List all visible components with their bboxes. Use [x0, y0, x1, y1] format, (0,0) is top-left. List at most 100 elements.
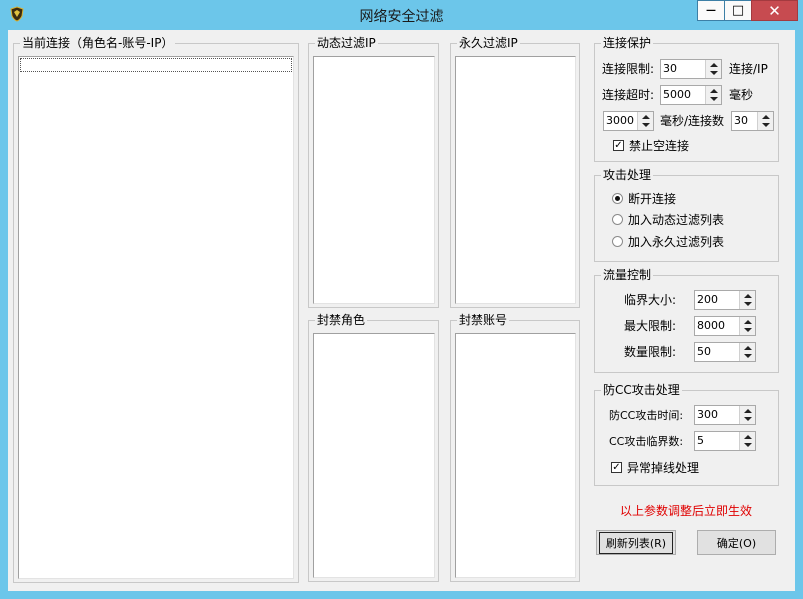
- refresh-list-button[interactable]: 刷新列表(R): [596, 530, 676, 555]
- threshold-spinner[interactable]: 200: [694, 290, 756, 310]
- traffic-control-title: 流量控制: [601, 268, 654, 282]
- spin-down-icon: [744, 302, 752, 306]
- banned-roles-list[interactable]: [313, 333, 435, 578]
- current-connections-label: 当前连接（角色名-账号-IP）: [20, 36, 176, 50]
- cc-threshold-arrows[interactable]: [739, 432, 755, 450]
- spin-up-icon: [710, 89, 718, 93]
- connection-limit-spinner[interactable]: 30: [660, 59, 722, 79]
- cc-time-arrows[interactable]: [739, 406, 755, 424]
- max-limit-value: 8000: [697, 319, 725, 332]
- cc-time-spinner[interactable]: 300: [694, 405, 756, 425]
- rate-count-arrows[interactable]: [757, 112, 773, 130]
- dynamic-filter-group: 动态过滤IP: [308, 36, 439, 308]
- connection-limit-unit: 连接/IP: [729, 62, 768, 76]
- connection-timeout-unit: 毫秒: [729, 88, 754, 102]
- close-icon: ✕: [768, 1, 781, 20]
- cc-time-value: 300: [697, 408, 718, 421]
- attack-handling-group: 攻击处理 断开连接 加入动态过滤列表 加入永久过滤列表: [594, 168, 779, 262]
- max-limit-spinner[interactable]: 8000: [694, 316, 756, 336]
- count-limit-label: 数量限制:: [624, 345, 677, 359]
- count-limit-spinner[interactable]: 50: [694, 342, 756, 362]
- spin-up-icon: [744, 320, 752, 324]
- attack-option-disconnect-label[interactable]: 断开连接: [628, 192, 676, 206]
- cc-threshold-spinner[interactable]: 5: [694, 431, 756, 451]
- spin-up-icon: [710, 63, 718, 67]
- connection-timeout-arrows[interactable]: [705, 86, 721, 104]
- maximize-icon: □: [731, 3, 745, 18]
- dialog-client: 当前连接（角色名-账号-IP） 动态过滤IP 永久过滤IP 封禁角色 封禁账号 …: [8, 30, 795, 591]
- traffic-control-group: 流量控制 临界大小: 200 最大限制: 8000 数量限制: 50: [594, 268, 779, 373]
- connection-timeout-value: 5000: [663, 88, 691, 101]
- rate-count-spinner[interactable]: 30: [731, 111, 774, 131]
- spin-up-icon: [762, 115, 770, 119]
- current-connections-group: 当前连接（角色名-账号-IP）: [13, 36, 299, 583]
- minimize-icon: —: [706, 5, 716, 16]
- connection-protection-group: 连接保护 连接限制: 30 连接/IP 连接超时: 5000 毫秒 3000 毫…: [594, 36, 779, 162]
- minimize-button[interactable]: —: [697, 0, 725, 21]
- spin-down-icon: [744, 328, 752, 332]
- spin-down-icon: [762, 123, 770, 127]
- rate-ms-value: 3000: [606, 114, 634, 127]
- spin-up-icon: [744, 294, 752, 298]
- attack-option-permanent-radio[interactable]: [612, 236, 623, 247]
- abnormal-drop-label[interactable]: 异常掉线处理: [627, 461, 699, 475]
- threshold-value: 200: [697, 293, 718, 306]
- connection-limit-label: 连接限制:: [602, 62, 655, 76]
- close-button[interactable]: ✕: [751, 0, 798, 21]
- attack-option-dynamic-label[interactable]: 加入动态过滤列表: [628, 213, 724, 227]
- count-limit-arrows[interactable]: [739, 343, 755, 361]
- cc-threshold-label: CC攻击临界数:: [609, 435, 684, 448]
- connection-protection-title: 连接保护: [601, 36, 654, 50]
- rate-ms-arrows[interactable]: [637, 112, 653, 130]
- anti-cc-group: 防CC攻击处理 防CC攻击时间: 300 CC攻击临界数: 5 ✓ 异常掉线处理: [594, 383, 779, 486]
- cc-time-label: 防CC攻击时间:: [609, 409, 684, 422]
- connection-timeout-label: 连接超时:: [602, 88, 655, 102]
- spin-down-icon: [710, 97, 718, 101]
- spin-down-icon: [642, 123, 650, 127]
- banned-accounts-group: 封禁账号: [450, 313, 580, 582]
- maximize-button[interactable]: □: [724, 0, 752, 21]
- spin-down-icon: [744, 443, 752, 447]
- refresh-list-label: 刷新列表(R): [598, 531, 674, 554]
- banned-roles-group: 封禁角色: [308, 313, 439, 582]
- notice-text: 以上参数调整后立即生效: [620, 504, 753, 518]
- spin-down-icon: [744, 417, 752, 421]
- no-empty-connection-checkbox[interactable]: ✓: [613, 140, 624, 151]
- spin-up-icon: [642, 115, 650, 119]
- current-connections-list[interactable]: [18, 56, 294, 579]
- attack-option-disconnect-radio[interactable]: [612, 193, 623, 204]
- rate-count-value: 30: [734, 114, 748, 127]
- permanent-filter-group: 永久过滤IP: [450, 36, 580, 308]
- cc-threshold-value: 5: [697, 434, 704, 447]
- anti-cc-title: 防CC攻击处理: [601, 383, 682, 397]
- attack-handling-title: 攻击处理: [601, 168, 654, 182]
- permanent-filter-label: 永久过滤IP: [457, 36, 520, 50]
- connection-limit-arrows[interactable]: [705, 60, 721, 78]
- spin-down-icon: [744, 354, 752, 358]
- abnormal-drop-checkbox[interactable]: ✓: [611, 462, 622, 473]
- spin-up-icon: [744, 346, 752, 350]
- rate-label: 毫秒/连接数: [660, 114, 725, 128]
- banned-accounts-label: 封禁账号: [457, 313, 510, 327]
- dynamic-filter-label: 动态过滤IP: [315, 36, 378, 50]
- ok-label: 确定(O): [716, 536, 757, 550]
- permanent-filter-list[interactable]: [455, 56, 576, 304]
- threshold-label: 临界大小:: [624, 293, 677, 307]
- connection-limit-value: 30: [663, 62, 677, 75]
- dynamic-filter-list[interactable]: [313, 56, 435, 304]
- connection-timeout-spinner[interactable]: 5000: [660, 85, 722, 105]
- no-empty-connection-label[interactable]: 禁止空连接: [629, 139, 689, 153]
- spin-down-icon: [710, 71, 718, 75]
- ok-button[interactable]: 确定(O): [697, 530, 776, 555]
- attack-option-permanent-label[interactable]: 加入永久过滤列表: [628, 235, 724, 249]
- attack-option-dynamic-radio[interactable]: [612, 214, 623, 225]
- banned-accounts-list[interactable]: [455, 333, 576, 578]
- spin-up-icon: [744, 435, 752, 439]
- window-title: 网络安全过滤: [359, 9, 444, 25]
- list-focus-row: [20, 58, 292, 72]
- rate-ms-spinner[interactable]: 3000: [603, 111, 654, 131]
- count-limit-value: 50: [697, 345, 711, 358]
- threshold-arrows[interactable]: [739, 291, 755, 309]
- max-limit-label: 最大限制:: [624, 319, 677, 333]
- max-limit-arrows[interactable]: [739, 317, 755, 335]
